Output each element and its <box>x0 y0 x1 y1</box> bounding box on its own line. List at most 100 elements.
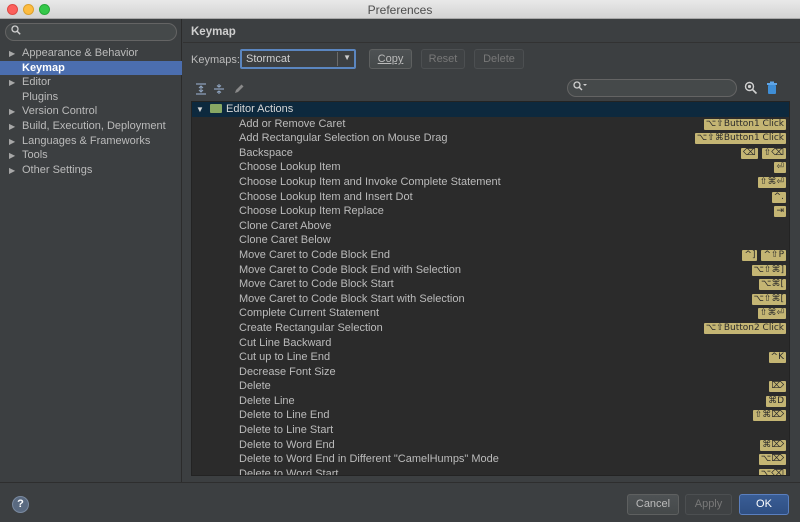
action-name: Move Caret to Code Block End with Select… <box>239 263 461 276</box>
sidebar-item-plugins[interactable]: Plugins <box>0 90 182 105</box>
sidebar-item-keymap[interactable]: Keymap <box>0 60 182 76</box>
action-name: Cut Line Backward <box>239 336 332 349</box>
table-row[interactable]: Choose Lookup Item Replace ⇥ <box>192 204 789 219</box>
sidebar-item-languages-frameworks[interactable]: ▶ Languages & Frameworks <box>0 134 182 149</box>
chevron-right-icon[interactable]: ▶ <box>9 105 22 120</box>
apply-button[interactable]: Apply <box>685 494 732 515</box>
table-row[interactable]: Create Rectangular Selection ⌥⇧Button2 Cl… <box>192 321 789 336</box>
sidebar-item-build-execution-deployment[interactable]: ▶ Build, Execution, Deployment <box>0 119 182 134</box>
shortcut-badge: ⌘⌦ <box>760 439 786 451</box>
action-name: Delete to Line Start <box>239 424 334 437</box>
action-name: Choose Lookup Item <box>239 161 341 174</box>
shortcut-badge: ⇥ <box>774 206 786 218</box>
action-name: Delete to Word End in Different "CamelHu… <box>239 453 499 466</box>
action-name: Clone Caret Above <box>239 219 332 232</box>
table-row[interactable]: Delete to Word Start ⌥⌫ <box>192 467 789 475</box>
shortcut-list: ⌥⇧⌘[ <box>751 293 786 305</box>
action-name: Delete <box>239 380 271 393</box>
ok-button[interactable]: OK <box>739 494 789 515</box>
sidebar-item-tools[interactable]: ▶ Tools <box>0 148 182 163</box>
sidebar-item-label: Editor <box>22 76 51 89</box>
shortcut-list: ⇧⌘⏎ <box>757 308 786 320</box>
shortcut-list: ^] ^⇧P <box>742 249 786 261</box>
table-row[interactable]: Cut Line Backward <box>192 336 789 351</box>
shortcut-badge: ⌥⌦ <box>758 454 786 466</box>
chevron-right-icon[interactable]: ▶ <box>9 76 22 91</box>
table-row[interactable]: Clone Caret Above <box>192 219 789 234</box>
table-row[interactable]: Complete Current Statement ⇧⌘⏎ <box>192 306 789 321</box>
table-row[interactable]: Move Caret to Code Block End ^] ^⇧P <box>192 248 789 263</box>
table-row[interactable]: Delete to Word End in Different "CamelHu… <box>192 452 789 467</box>
tree-group-editor-actions[interactable]: ▼ Editor Actions <box>192 102 789 117</box>
shortcut-list: ⏎ <box>774 162 786 174</box>
chevron-down-icon[interactable]: ▼ <box>196 103 210 118</box>
page-title: Keymap <box>191 26 236 38</box>
expand-all-icon[interactable] <box>195 83 207 95</box>
sidebar-item-editor[interactable]: ▶ Editor <box>0 75 182 90</box>
table-row[interactable]: Choose Lookup Item and Invoke Complete S… <box>192 175 789 190</box>
sidebar-item-other-settings[interactable]: ▶ Other Settings <box>0 163 182 178</box>
folder-icon <box>210 104 222 113</box>
shortcut-badge: ⌥⇧Button2 Click <box>703 322 786 334</box>
action-name: Move Caret to Code Block Start <box>239 278 394 291</box>
action-filter-input[interactable] <box>567 79 737 97</box>
divider <box>183 42 800 43</box>
tree-group-label: Editor Actions <box>226 103 294 115</box>
sidebar-item-label: Keymap <box>22 61 65 74</box>
pencil-icon[interactable] <box>233 83 245 95</box>
shortcut-badge: ⌥⌫ <box>758 468 786 475</box>
chevron-right-icon[interactable]: ▶ <box>9 149 22 164</box>
table-row[interactable]: Backspace ⌫ ⇧⌫ <box>192 146 789 161</box>
shortcut-list: ⇥ <box>774 206 786 218</box>
table-row[interactable]: Delete ⌦ <box>192 379 789 394</box>
shortcut-list: ^. <box>771 191 786 203</box>
search-icon <box>573 81 587 94</box>
shortcut-list: ⌥⇧Button1 Click <box>703 118 786 130</box>
delete-button[interactable]: Delete <box>474 49 524 69</box>
table-row[interactable]: Clone Caret Below <box>192 233 789 248</box>
table-row[interactable]: Delete to Line Start <box>192 423 789 438</box>
footer-divider <box>0 482 800 483</box>
shortcut-list: ^K <box>768 352 786 364</box>
table-row[interactable]: Cut up to Line End ^K <box>192 350 789 365</box>
reset-button[interactable]: Reset <box>421 49 465 69</box>
table-row[interactable]: Move Caret to Code Block Start with Sele… <box>192 292 789 307</box>
shortcut-badge: ⇧⌘⏎ <box>757 308 786 320</box>
chevron-right-icon[interactable]: ▶ <box>9 47 22 62</box>
shortcut-list: ⌦ <box>769 381 786 393</box>
table-row[interactable]: Move Caret to Code Block Start ⌥⌘[ <box>192 277 789 292</box>
keymap-select[interactable]: Stormcat ▼ <box>240 49 356 69</box>
table-row[interactable]: Add or Remove Caret ⌥⇧Button1 Click <box>192 117 789 132</box>
select-separator <box>337 52 338 66</box>
chevron-right-icon[interactable]: ▶ <box>9 135 22 150</box>
sidebar-item-version-control[interactable]: ▶ Version Control <box>0 104 182 119</box>
copy-button[interactable]: Copy <box>369 49 412 69</box>
chevron-right-icon[interactable]: ▶ <box>9 164 22 179</box>
chevron-right-icon[interactable]: ▶ <box>9 120 22 135</box>
help-button[interactable]: ? <box>12 496 29 513</box>
table-row[interactable]: Decrease Font Size <box>192 365 789 380</box>
collapse-all-icon[interactable] <box>213 83 225 95</box>
trash-icon[interactable] <box>765 81 779 95</box>
sidebar-item-label: Other Settings <box>22 163 93 176</box>
keymap-tree[interactable]: ▼ Editor Actions Add or Remove Caret ⌥⇧But… <box>191 101 790 476</box>
table-row[interactable]: Move Caret to Code Block End with Select… <box>192 263 789 278</box>
shortcut-list: ⌘D <box>766 395 786 407</box>
table-row[interactable]: Delete to Line End ⇧⌘⌦ <box>192 408 789 423</box>
action-list: Add or Remove Caret ⌥⇧Button1 Click Add Re… <box>192 117 789 475</box>
action-name: Delete Line <box>239 394 295 407</box>
sidebar-item-label: Languages & Frameworks <box>22 134 151 147</box>
action-name: Move Caret to Code Block End <box>239 248 391 261</box>
table-row[interactable]: Add Rectangular Selection on Mouse Drag ⌥… <box>192 131 789 146</box>
table-row[interactable]: Delete to Word End ⌘⌦ <box>192 438 789 453</box>
shortcut-badge: ⌘D <box>766 395 786 407</box>
settings-nav: ▶ Appearance & Behavior Keymap ▶ Editor Plugi… <box>0 46 182 177</box>
table-row[interactable]: Choose Lookup Item ⏎ <box>192 160 789 175</box>
find-shortcut-icon[interactable] <box>744 81 758 95</box>
table-row[interactable]: Choose Lookup Item and Insert Dot ^. <box>192 190 789 205</box>
sidebar-item-appearance-behavior[interactable]: ▶ Appearance & Behavior <box>0 46 182 61</box>
cancel-button[interactable]: Cancel <box>627 494 679 515</box>
table-row[interactable]: Delete Line ⌘D <box>192 394 789 409</box>
settings-search-input[interactable] <box>5 23 177 41</box>
shortcut-list: ⇧⌘⏎ <box>757 176 786 188</box>
